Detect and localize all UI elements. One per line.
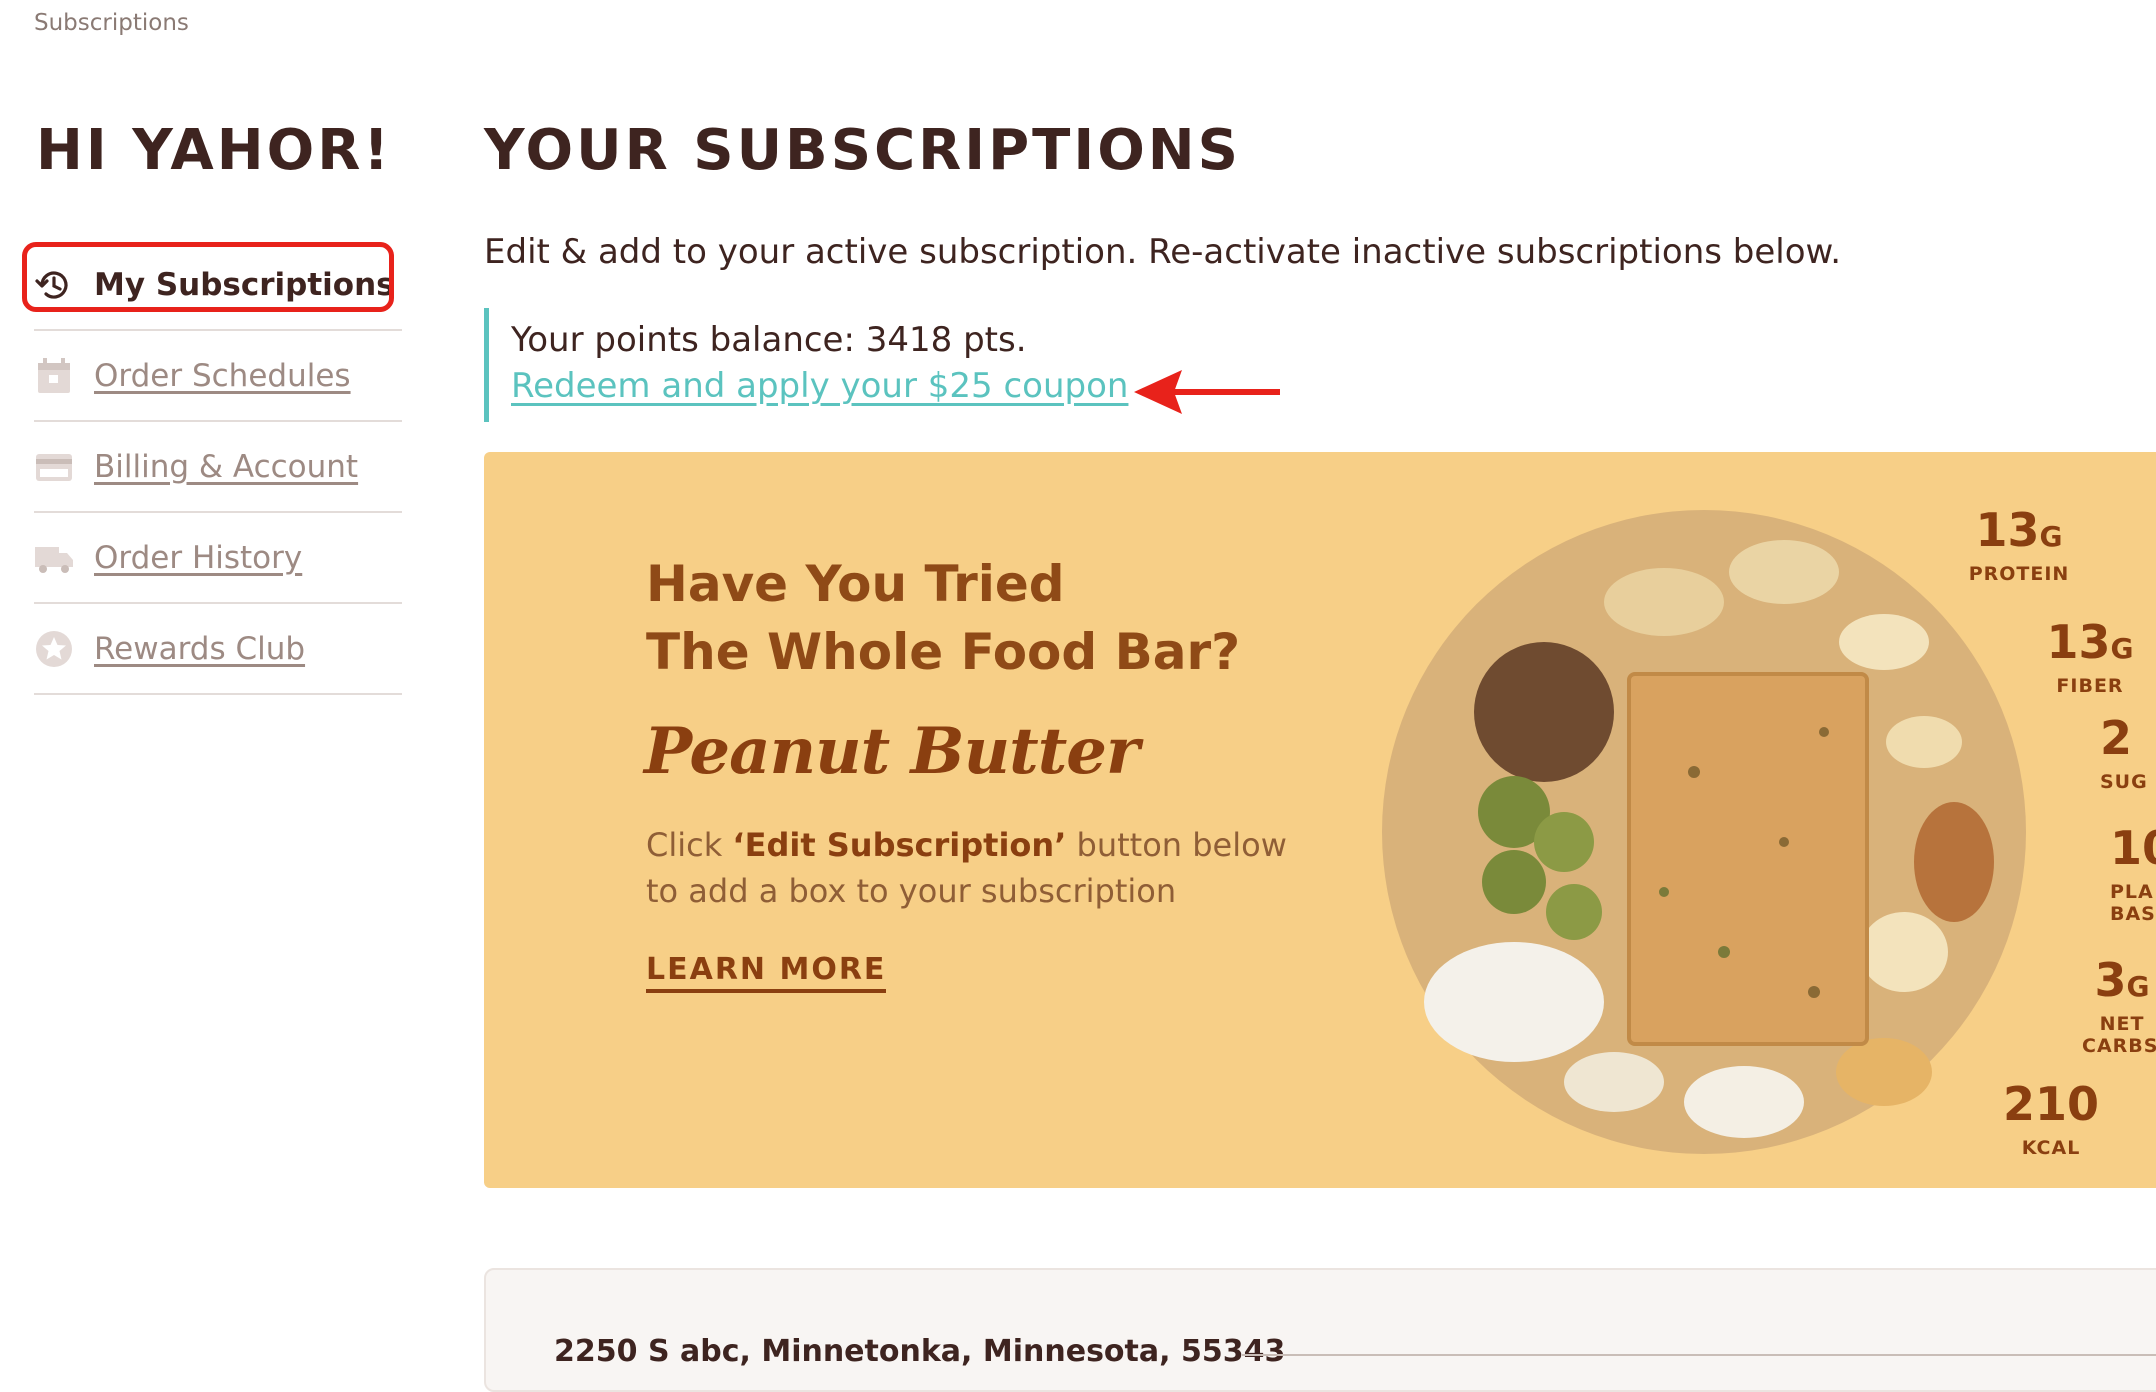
nutrition-fiber: 13G FIBER (2046, 615, 2134, 697)
sidebar-item-order-schedules[interactable]: Order Schedules (34, 331, 402, 422)
subscription-card: 2250 S abc, Minnetonka, Minnesota, 55343 (484, 1268, 2156, 1392)
star-icon (36, 630, 72, 667)
promo-flavor: Peanut Butter (644, 714, 1140, 789)
nutrition-protein: 13G PROTEIN (1968, 503, 2070, 585)
sidebar-item-label: Rewards Club (94, 630, 306, 667)
nutrition-sugar: 2 SUG (2100, 711, 2148, 793)
history-icon (35, 271, 68, 299)
promo-banner: Have You Tried The Whole Food Bar? Peanu… (484, 452, 2156, 1188)
points-balance: Your points balance: 3418 pts. (511, 320, 1027, 360)
promo-body: Click ‘Edit Subscription’ button below t… (646, 826, 1287, 910)
calendar-icon (38, 357, 70, 393)
nutrition-kcal: 210 KCAL (2002, 1077, 2100, 1159)
shipping-address: 2250 S abc, Minnetonka, Minnesota, 55343 (554, 1334, 1286, 1369)
credit-card-icon (36, 453, 72, 481)
annotation-arrow (1134, 370, 1280, 414)
greeting-heading: HI YAHOR! (36, 118, 392, 183)
learn-more-link[interactable]: LEARN MORE (646, 952, 887, 993)
sidebar-item-order-history[interactable]: Order History (34, 513, 402, 604)
redeem-coupon-link[interactable]: Redeem and apply your $25 coupon (511, 366, 1128, 406)
page-title: YOUR SUBSCRIPTIONS (484, 118, 1242, 183)
sidebar-item-label: Order Schedules (94, 357, 351, 394)
sidebar-item-billing-account[interactable]: Billing & Account (34, 422, 402, 513)
promo-heading: Have You Tried The Whole Food Bar? (646, 555, 1241, 681)
sidebar-item-rewards-club[interactable]: Rewards Club (34, 604, 402, 695)
sidebar-item-label: Order History (94, 539, 303, 576)
annotation-highlight-box (22, 242, 394, 312)
divider (1242, 1354, 2156, 1356)
breadcrumb: Subscriptions (34, 10, 189, 36)
intro-text: Edit & add to your active subscription. … (484, 232, 1842, 272)
truck-icon (35, 546, 73, 573)
whole-food-bar-image (1382, 510, 2026, 1154)
nutrition-plant-based: 10 PLA BAS (2110, 821, 2156, 925)
sidebar-item-label: Billing & Account (94, 448, 359, 485)
account-sidebar-nav: My Subscriptions Order Schedules Billing… (22, 240, 402, 695)
nutrition-net-carbs: 3G NET CARBS* (2082, 953, 2156, 1057)
sidebar-item-my-subscriptions[interactable]: My Subscriptions (22, 240, 402, 331)
